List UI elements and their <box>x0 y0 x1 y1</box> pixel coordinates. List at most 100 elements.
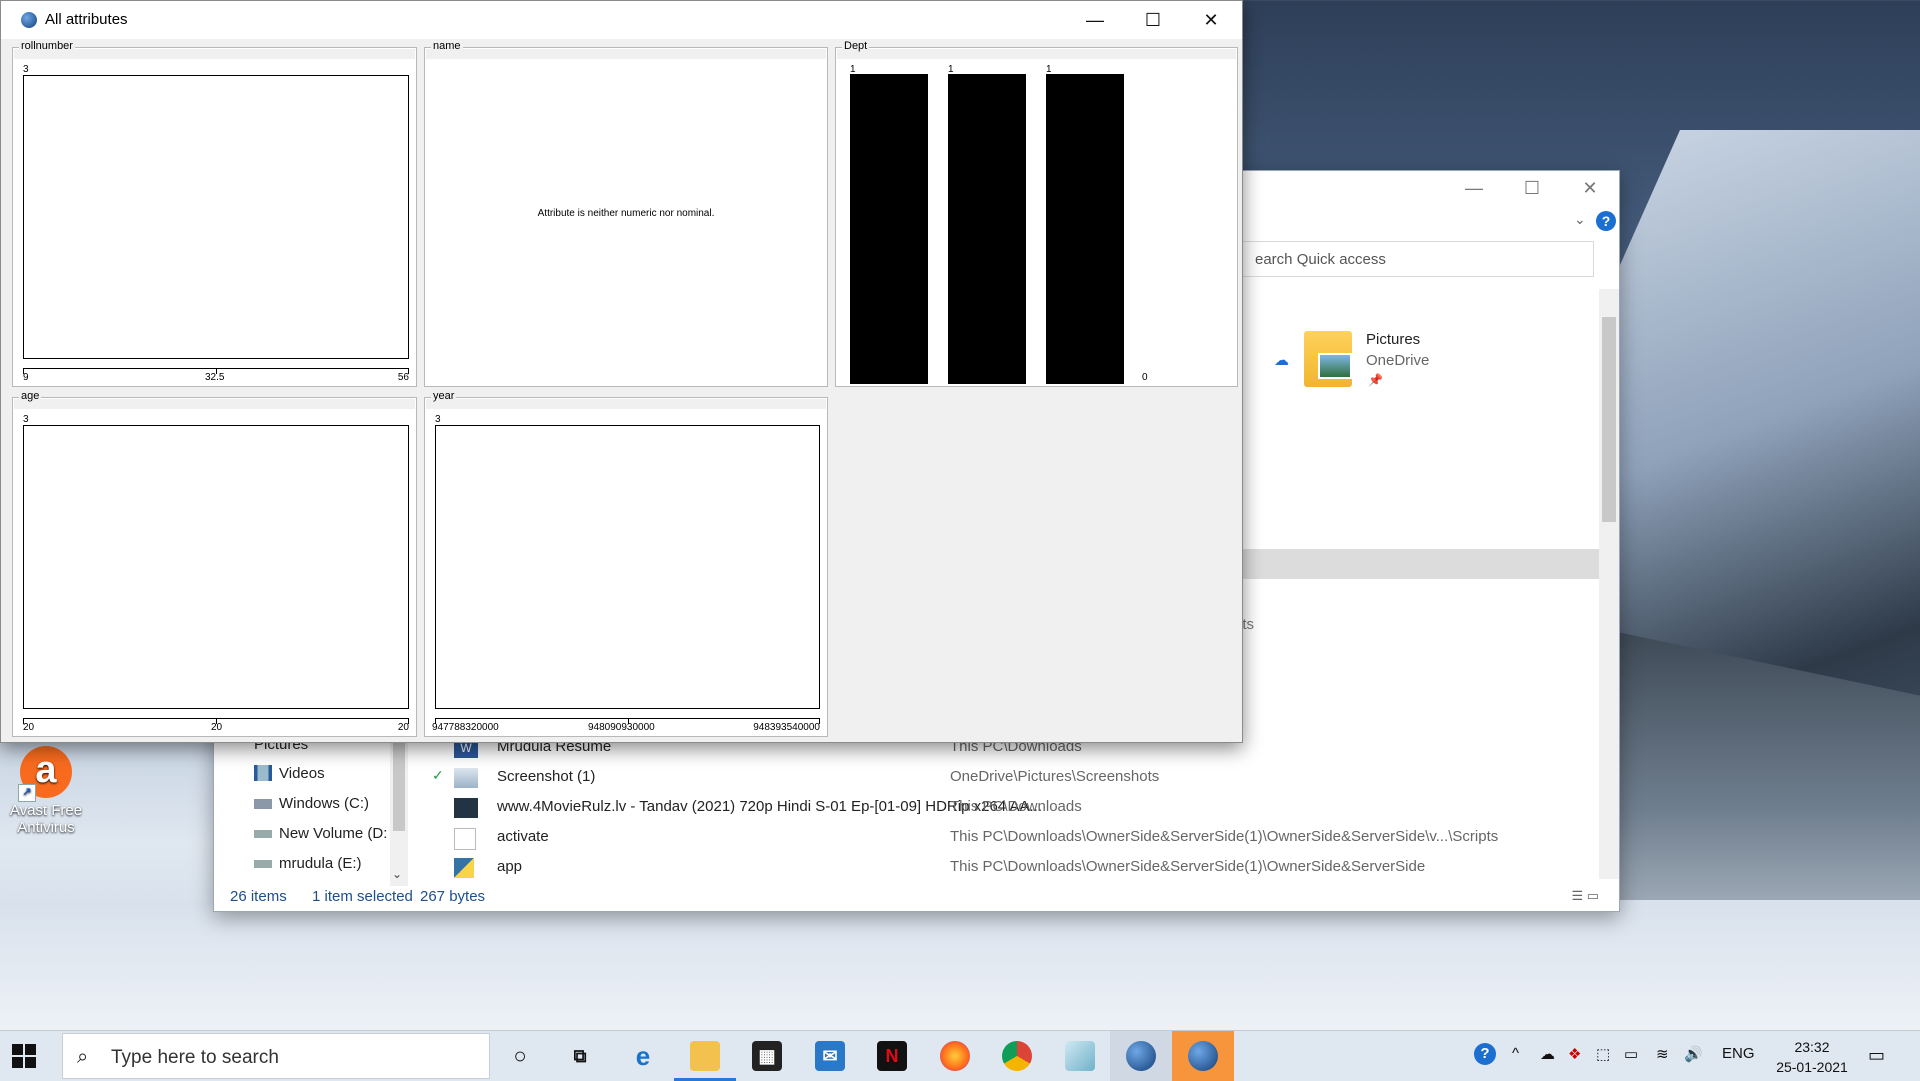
nav-item-new-volume-d[interactable]: New Volume (D: <box>279 825 387 842</box>
help-icon[interactable]: ? <box>1596 211 1616 231</box>
quick-access-location: OneDrive <box>1366 352 1430 369</box>
dropbox-tray-icon[interactable]: ❖ <box>1568 1045 1581 1063</box>
explorer-search-input[interactable]: earch Quick access <box>1234 241 1594 277</box>
y-max-label: 3 <box>435 414 441 425</box>
dept-bar-2 <box>948 74 1026 384</box>
bar-count-label-zero: 0 <box>1142 372 1148 383</box>
volume-icon[interactable]: 🔊 <box>1684 1045 1703 1063</box>
explorer-close-button[interactable]: ✕ <box>1561 173 1619 203</box>
nav-item-windows-c[interactable]: Windows (C:) <box>279 795 369 812</box>
explorer-title-bar: — ☐ ✕ <box>1199 171 1619 205</box>
file-row[interactable]: activate This PC\Downloads\OwnerSide&Ser… <box>454 824 1594 852</box>
taskbar-search-box[interactable]: ⌕ Type here to search <box>62 1033 490 1079</box>
language-indicator[interactable]: ENG <box>1722 1045 1755 1062</box>
ribbon-expand-chevron-icon[interactable]: ⌄ <box>1574 211 1586 228</box>
help-tray-icon[interactable]: ? <box>1474 1043 1496 1065</box>
mail-icon[interactable]: ✉ <box>815 1041 845 1071</box>
panel-label: Dept <box>842 40 870 52</box>
panel-label: rollnumber <box>19 40 75 52</box>
all-attributes-window: All attributes — ☐ ✕ rollnumber 3 9 32.5… <box>0 0 1243 743</box>
histogram-plot-area <box>23 425 409 709</box>
x-tick-label: 9 <box>23 372 29 383</box>
desktop-icon-label: Avast Free Antivirus <box>9 802 83 836</box>
scroll-down-arrow-icon[interactable]: ⌄ <box>392 867 402 881</box>
explorer-minimize-button[interactable]: — <box>1445 173 1503 203</box>
x-axis <box>23 718 409 724</box>
pin-icon: 📌 <box>1368 373 1383 387</box>
file-row[interactable]: ✓ Screenshot (1) OneDrive\Pictures\Scree… <box>432 764 1594 792</box>
explorer-vertical-scrollbar[interactable] <box>1599 289 1619 879</box>
sync-status-check-icon: ✓ <box>432 767 444 783</box>
nav-pane-scrollbar[interactable] <box>390 731 408 886</box>
panel-label: year <box>431 390 457 402</box>
onedrive-tray-icon[interactable]: ☁ <box>1540 1045 1555 1063</box>
panel-label: name <box>431 40 463 52</box>
x-tick-label: 32.5 <box>205 372 225 383</box>
clock-date: 25-01-2021 <box>1776 1059 1848 1075</box>
file-path: OneDrive\Pictures\Screenshots <box>950 768 1160 785</box>
videos-icon <box>254 765 272 781</box>
desktop-icon-avast[interactable]: a ↗ Avast Free Antivirus <box>6 746 86 836</box>
firefox-icon[interactable] <box>940 1041 970 1071</box>
dept-bar-3 <box>1046 74 1124 384</box>
attribute-panel-age: age 3 20 20 20 <box>12 390 417 737</box>
taskbar-clock[interactable]: 23:32 25-01-2021 <box>1770 1037 1854 1077</box>
nav-item-mrudula-e[interactable]: mrudula (E:) <box>279 855 362 872</box>
file-name: Screenshot (1) <box>497 768 596 785</box>
python-file-icon <box>454 858 474 878</box>
attribute-panel-rollnumber: rollnumber 3 9 32.5 56 <box>12 40 417 387</box>
store-icon[interactable]: ▦ <box>752 1041 782 1071</box>
dept-bar-1 <box>850 74 928 384</box>
explorer-maximize-button[interactable]: ☐ <box>1503 173 1561 203</box>
scrollbar-thumb[interactable] <box>393 731 405 831</box>
x-tick-label: 948090930000 <box>588 722 655 733</box>
file-explorer-icon[interactable] <box>690 1041 720 1071</box>
view-toggle-buttons[interactable]: ☰ ▭ <box>1571 888 1599 904</box>
taskbar-search-placeholder: Type here to search <box>111 1047 279 1068</box>
file-path: This PC\Downloads\OwnerSide&ServerSide(1… <box>950 828 1499 845</box>
not-numeric-message: Attribute is neither numeric nor nominal… <box>537 208 715 219</box>
selected-size: 267 bytes <box>420 888 486 905</box>
drive-icon <box>254 860 272 868</box>
notifications-icon[interactable]: ▭ <box>1868 1045 1885 1066</box>
search-icon: ⌕ <box>77 1046 89 1068</box>
y-max-label: 3 <box>23 64 29 75</box>
wallpaper-snowfield <box>0 900 1920 1035</box>
blank-file-icon <box>454 828 476 850</box>
file-row[interactable]: www.4MovieRulz.lv - Tandav (2021) 720p H… <box>454 794 1594 822</box>
battery-icon[interactable]: ▭ <box>1624 1045 1638 1063</box>
explorer-status-bar: 26 items 1 item selected 267 bytes ☰ ▭ <box>214 883 1619 911</box>
taskbar: ⌕ Type here to search ○ ⧉ e ▦ ✉ N ? ^ ☁ … <box>0 1030 1920 1081</box>
close-button[interactable]: ✕ <box>1182 1 1240 39</box>
weka-icon[interactable] <box>1126 1041 1156 1071</box>
weka-icon[interactable] <box>1188 1041 1218 1071</box>
x-tick-label: 20 <box>23 722 35 733</box>
show-hidden-icons-icon[interactable]: ^ <box>1512 1045 1519 1062</box>
nav-item-videos[interactable]: Videos <box>279 765 325 782</box>
window-title: All attributes <box>45 11 128 28</box>
chrome-icon[interactable] <box>1002 1041 1032 1071</box>
security-tray-icon[interactable]: ⬚ <box>1596 1045 1610 1063</box>
notepad-app-icon[interactable] <box>1065 1041 1095 1071</box>
window-title-bar: All attributes — ☐ ✕ <box>1 1 1242 39</box>
wifi-icon[interactable]: ≋ <box>1656 1045 1669 1063</box>
video-file-icon <box>454 798 478 818</box>
attribute-panel-name: name Attribute is neither numeric nor no… <box>424 40 828 387</box>
task-view-icon[interactable]: ⧉ <box>565 1041 595 1071</box>
file-row[interactable]: app This PC\Downloads\OwnerSide&ServerSi… <box>454 854 1594 882</box>
windows-start-button[interactable] <box>12 1044 36 1068</box>
x-tick-label: 20 <box>397 722 409 733</box>
explorer-search-placeholder: earch Quick access <box>1255 251 1386 268</box>
scrollbar-thumb[interactable] <box>1602 317 1616 522</box>
avast-icon: a ↗ <box>18 746 72 802</box>
panel-label: age <box>19 390 42 402</box>
shortcut-arrow-icon: ↗ <box>18 784 36 802</box>
netflix-icon[interactable]: N <box>877 1041 907 1071</box>
minimize-button[interactable]: — <box>1066 1 1124 39</box>
file-path: This PC\Downloads\OwnerSide&ServerSide(1… <box>950 858 1426 875</box>
selected-count: 1 item selected <box>312 888 413 905</box>
x-axis <box>23 368 409 374</box>
cortana-icon[interactable]: ○ <box>505 1041 535 1071</box>
edge-browser-icon[interactable]: e <box>628 1041 658 1071</box>
maximize-button[interactable]: ☐ <box>1124 1 1182 39</box>
